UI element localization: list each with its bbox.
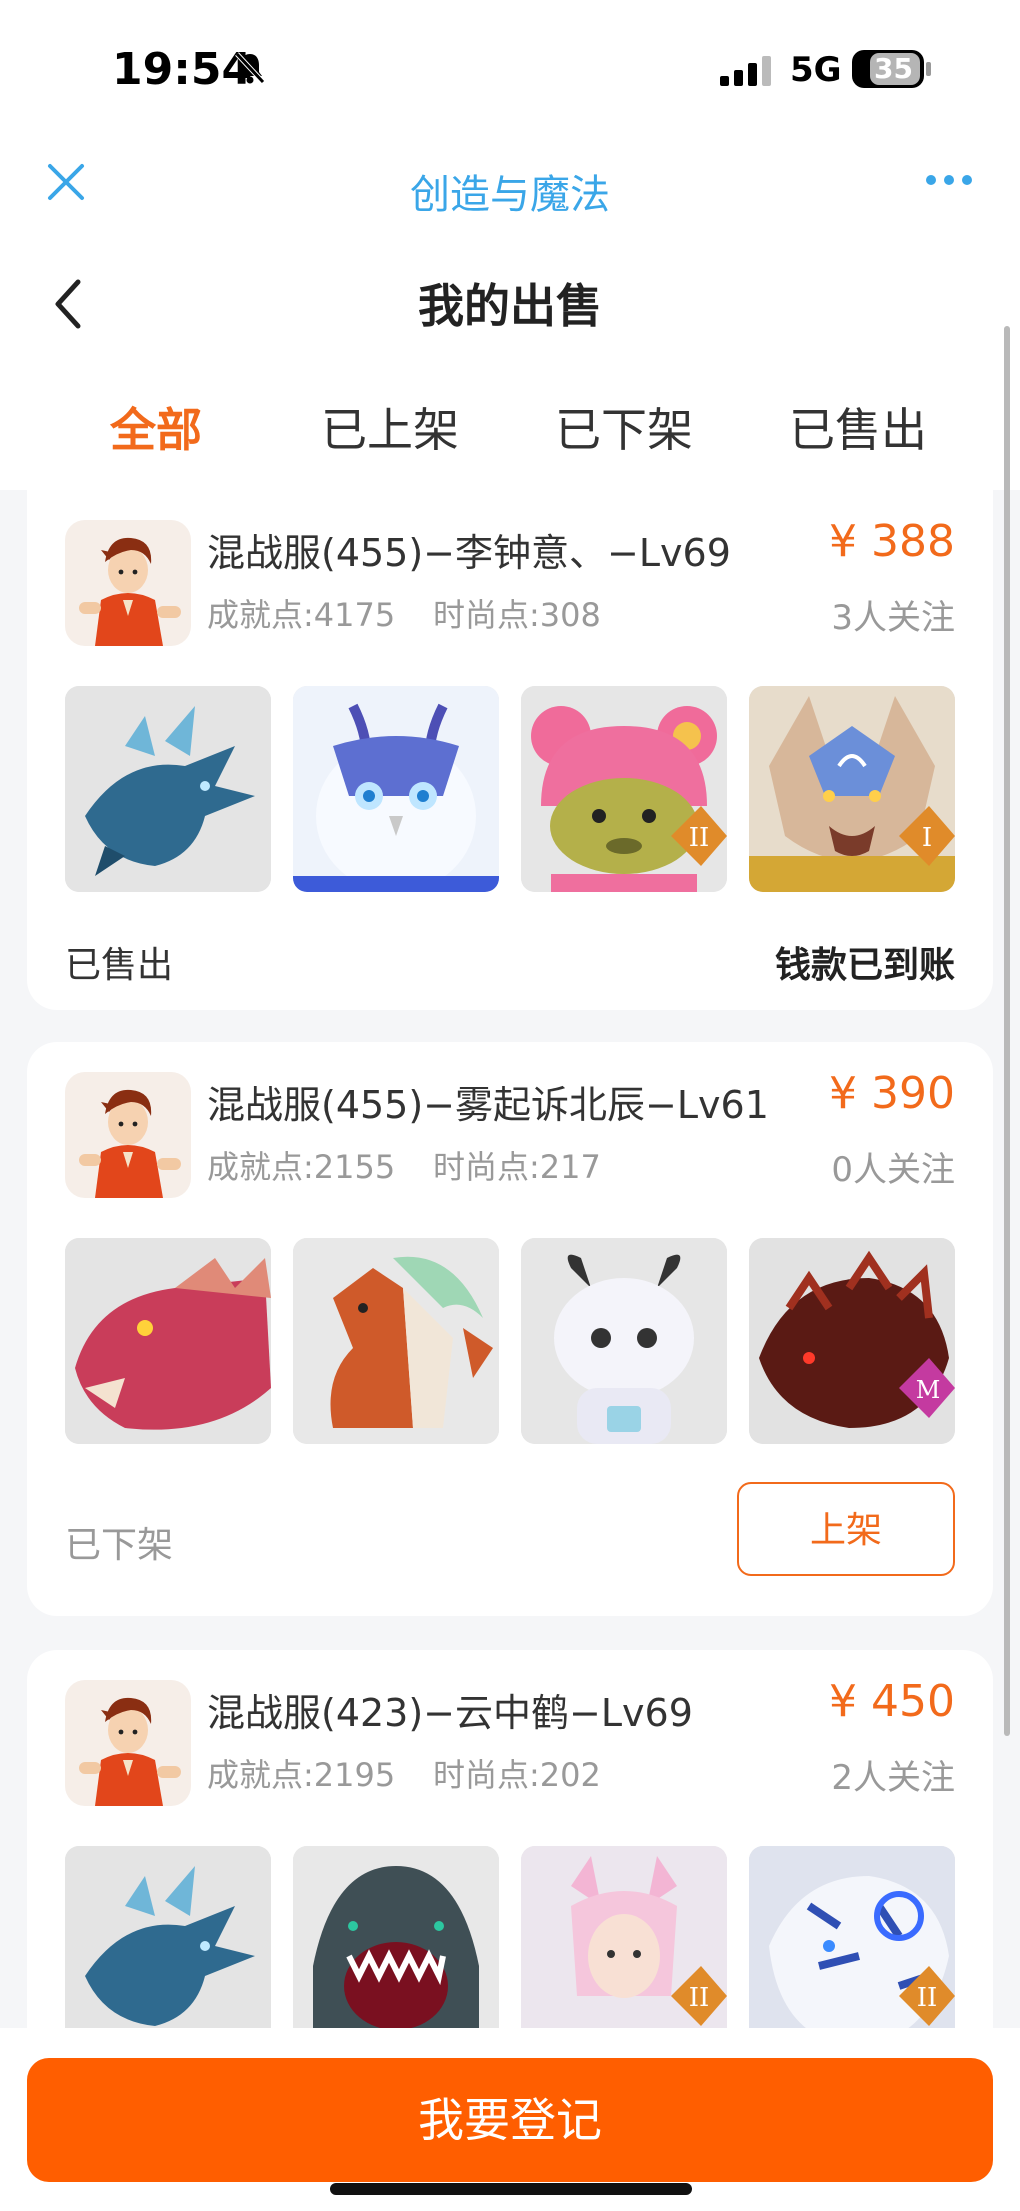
pet-thumbnail[interactable]: II (749, 1846, 955, 2052)
svg-text:M: M (916, 1376, 941, 1404)
achievement-points: 成就点:2195 (207, 1756, 396, 1794)
pet-thumbnail[interactable] (293, 1238, 499, 1444)
pet-thumbnails: II II (65, 1846, 955, 2052)
register-button[interactable]: 我要登记 (27, 2058, 993, 2182)
pet-thumbnail[interactable]: I (749, 686, 955, 892)
pet-thumbnails: II I (65, 686, 955, 892)
listing-card[interactable]: 混战服(455)−雾起诉北辰−Lv61 ¥ 390 成就点:2155 时尚点:2… (27, 1042, 993, 1616)
character-name: 混战服(423)−云中鹤−Lv69 (207, 1691, 693, 1735)
scrollbar[interactable] (1004, 326, 1010, 1736)
payment-received-label: 钱款已到账 (774, 945, 955, 986)
tab-sold[interactable]: 已售出 (738, 394, 978, 460)
pet-thumbnail[interactable] (65, 1846, 271, 2052)
more-icon[interactable] (924, 172, 974, 188)
app-title: 创造与魔法 (410, 172, 610, 218)
achievement-points: 成就点:4175 (207, 596, 396, 634)
listing-status: 已售出 (65, 945, 174, 986)
price: ¥ 388 (829, 516, 955, 567)
character-avatar (65, 520, 191, 646)
network-type: 5G (790, 50, 842, 90)
character-name: 混战服(455)−李钟意、−Lv69 (207, 531, 731, 575)
tab-listed[interactable]: 已上架 (270, 394, 510, 460)
svg-text:I: I (922, 823, 932, 853)
signal-icon (720, 56, 771, 86)
follower-count: 3人关注 (831, 598, 955, 638)
battery-level: 35 (874, 52, 913, 85)
fashion-points: 时尚点:202 (433, 1756, 601, 1794)
pet-thumbnail[interactable]: II (521, 1846, 727, 2052)
pet-thumbnail[interactable] (65, 686, 271, 892)
home-indicator (330, 2183, 692, 2195)
svg-text:II: II (689, 1983, 710, 2013)
listing-status: 已下架 (65, 1525, 174, 1566)
battery-nub (926, 62, 931, 76)
pet-thumbnail[interactable] (293, 686, 499, 892)
fashion-points: 时尚点:308 (433, 596, 601, 634)
follower-count: 0人关注 (831, 1150, 955, 1190)
price: ¥ 450 (829, 1676, 955, 1727)
pet-thumbnail[interactable]: II (521, 686, 727, 892)
svg-text:II: II (689, 823, 710, 853)
follower-count: 2人关注 (831, 1758, 955, 1798)
character-avatar (65, 1072, 191, 1198)
price: ¥ 390 (829, 1068, 955, 1119)
filter-tabs: 全部 已上架 已下架 已售出 (0, 370, 1020, 490)
pet-thumbnail[interactable] (65, 1238, 271, 1444)
status-bar: 19:54 5G 35 (0, 0, 1020, 140)
pet-thumbnails: M (65, 1238, 955, 1444)
app-header: 创造与魔法 (0, 140, 1020, 260)
bell-muted-icon (235, 52, 265, 84)
tab-delisted[interactable]: 已下架 (504, 394, 744, 460)
tab-all[interactable]: 全部 (36, 394, 276, 460)
battery-icon: 35 (852, 50, 924, 88)
listing-card[interactable]: 混战服(455)−李钟意、−Lv69 ¥ 388 成就点:4175 时尚点:30… (27, 490, 993, 1010)
pet-thumbnail[interactable] (521, 1238, 727, 1444)
achievement-points: 成就点:2155 (207, 1148, 396, 1186)
nav-bar: 我的出售 (0, 260, 1020, 370)
pet-thumbnail[interactable]: M (749, 1238, 955, 1444)
character-avatar (65, 1680, 191, 1806)
relist-button[interactable]: 上架 (737, 1482, 955, 1576)
character-name: 混战服(455)−雾起诉北辰−Lv61 (207, 1083, 769, 1127)
pet-thumbnail[interactable] (293, 1846, 499, 2052)
page-title: 我的出售 (418, 279, 602, 333)
svg-text:II: II (917, 1983, 938, 2013)
fashion-points: 时尚点:217 (433, 1148, 601, 1186)
